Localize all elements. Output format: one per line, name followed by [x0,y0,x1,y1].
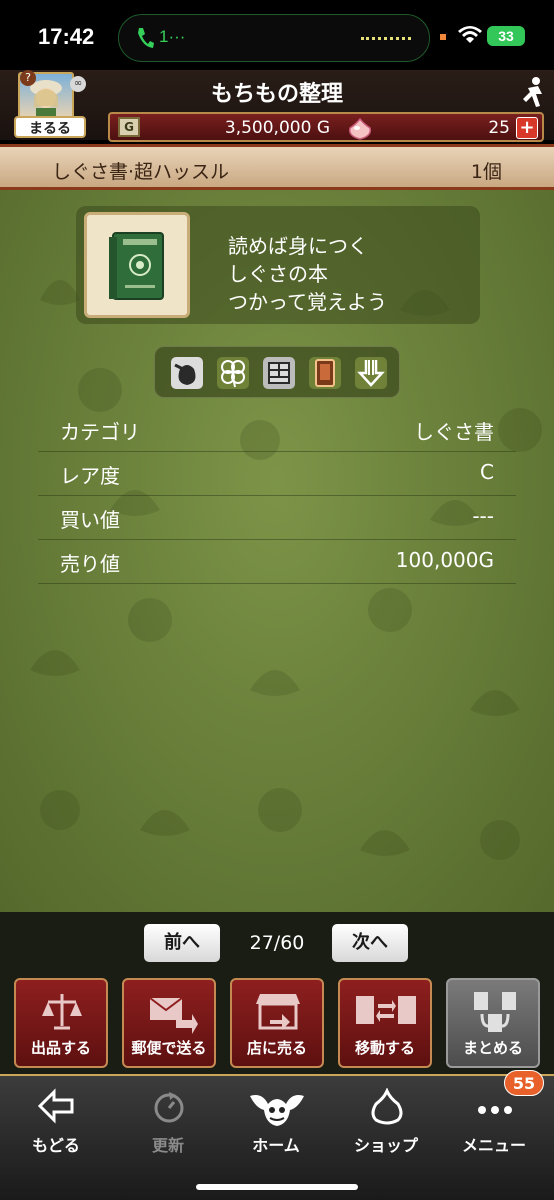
action-label: 移動する [354,1039,415,1057]
consolidate-button[interactable]: まとめる [446,978,540,1068]
tab-label: ホーム [252,1136,300,1155]
action-label: まとめる [462,1039,523,1057]
battery-indicator: 33 [487,26,525,46]
drawer-icon [263,357,295,389]
runner-icon[interactable] [518,76,548,110]
scales-icon [42,994,82,1030]
stat-label: レア度 [60,464,120,488]
transfer-icon [356,996,416,1024]
stat-label: 売り値 [60,552,120,576]
gold-icon: G [118,117,140,137]
shop-sell-icon [256,994,300,1030]
card-icon [309,357,341,389]
description-line-2: しぐさの本 [228,262,328,286]
stat-value: C [480,460,494,484]
item-name: しぐさ書·超ハッスル [52,161,230,183]
tab-shop[interactable]: ショップ [336,1084,436,1155]
sell-to-shop-button[interactable]: 店に売る [230,978,324,1068]
gold-amount: 3,500,000 G [224,118,330,138]
tab-label: メニュー [461,1136,526,1155]
clock: 17:42 [38,24,95,49]
pagination: 前へ 27/60 次へ [0,912,554,974]
list-for-sale-button[interactable]: 出品する [14,978,108,1068]
action-label: 出品する [30,1039,91,1057]
green-book-icon [109,232,164,300]
tab-refresh[interactable]: 更新 [118,1084,218,1155]
slime-shop-icon [371,1088,403,1125]
item-image [84,212,190,318]
stat-row-buy-price: 買い値 --- [38,496,516,540]
call-indicator[interactable]: 1··· [118,14,430,62]
stat-value: 100,000G [395,548,494,572]
stat-row-rarity: レア度 C [38,452,516,496]
tab-label: ショップ [353,1136,418,1155]
action-label: 郵便で送る [131,1039,207,1057]
stat-value: しぐさ書 [414,420,494,444]
page-indicator: 27/60 [249,932,305,954]
quest-badge-icon: ? [20,70,36,86]
stat-row-sell-price: 売り値 100,000G [38,540,516,584]
home-dracky-icon [250,1095,304,1126]
mail-send-icon [149,997,198,1034]
stat-label: カテゴリ [60,420,140,444]
tab-label: 更新 [151,1136,184,1155]
call-label: 1··· [159,27,186,46]
next-button[interactable]: 次へ [332,924,408,962]
currency-bar: G 3,500,000 G 25 + [108,112,544,142]
back-arrow-icon [38,1088,74,1124]
tab-label: もどる [32,1136,80,1155]
clover-icon [217,357,249,389]
status-bar: 17:42 1··· 33 [0,0,554,70]
menu-notification-badge: 55 [504,1070,544,1096]
description-line-3: つかって覚えよう [228,290,387,314]
tab-home[interactable]: ホーム [226,1084,326,1155]
arrow-down-icon [355,357,387,389]
description-line-1: 読めば身につく [228,234,368,258]
wifi-icon [458,26,482,43]
link-icon: ∞ [70,76,86,92]
item-description-box: 読めば身につく しぐさの本 つかって覚えよう [76,206,480,324]
avatar-name: まるる [29,121,71,137]
phone-icon [138,28,154,48]
item-count: 1個 [470,161,502,183]
stat-value: --- [472,504,494,528]
item-attribute-icons [154,346,400,398]
audio-waveform [361,37,411,40]
stat-label: 買い値 [60,508,120,532]
item-title-bar: しぐさ書·超ハッスル 1個 [0,144,554,190]
item-detail-panel: 読めば身につく しぐさの本 つかって覚えよう カテゴリ しぐさ書 レア度 C 買… [0,190,554,912]
gem-icon [348,118,372,140]
gem-amount: 25 [488,118,510,138]
bottom-nav: もどる 更新 ホーム ショップ メニュー [0,1074,554,1200]
action-bar: 出品する 郵便で送る 店に売る 移動する まとめる [0,974,554,1074]
move-button[interactable]: 移動する [338,978,432,1068]
add-gems-button[interactable]: + [516,117,538,139]
recording-indicator [440,34,446,40]
merge-icon [474,992,516,1032]
action-label: 店に売る [246,1039,307,1057]
tab-back[interactable]: もどる [6,1084,106,1155]
home-indicator[interactable] [196,1184,358,1190]
send-by-mail-button[interactable]: 郵便で送る [122,978,216,1068]
refresh-icon [154,1092,184,1123]
menu-dots-icon [478,1106,512,1114]
stat-row-category: カテゴリ しぐさ書 [38,408,516,452]
prev-button[interactable]: 前へ [144,924,220,962]
bag-icon [171,357,203,389]
